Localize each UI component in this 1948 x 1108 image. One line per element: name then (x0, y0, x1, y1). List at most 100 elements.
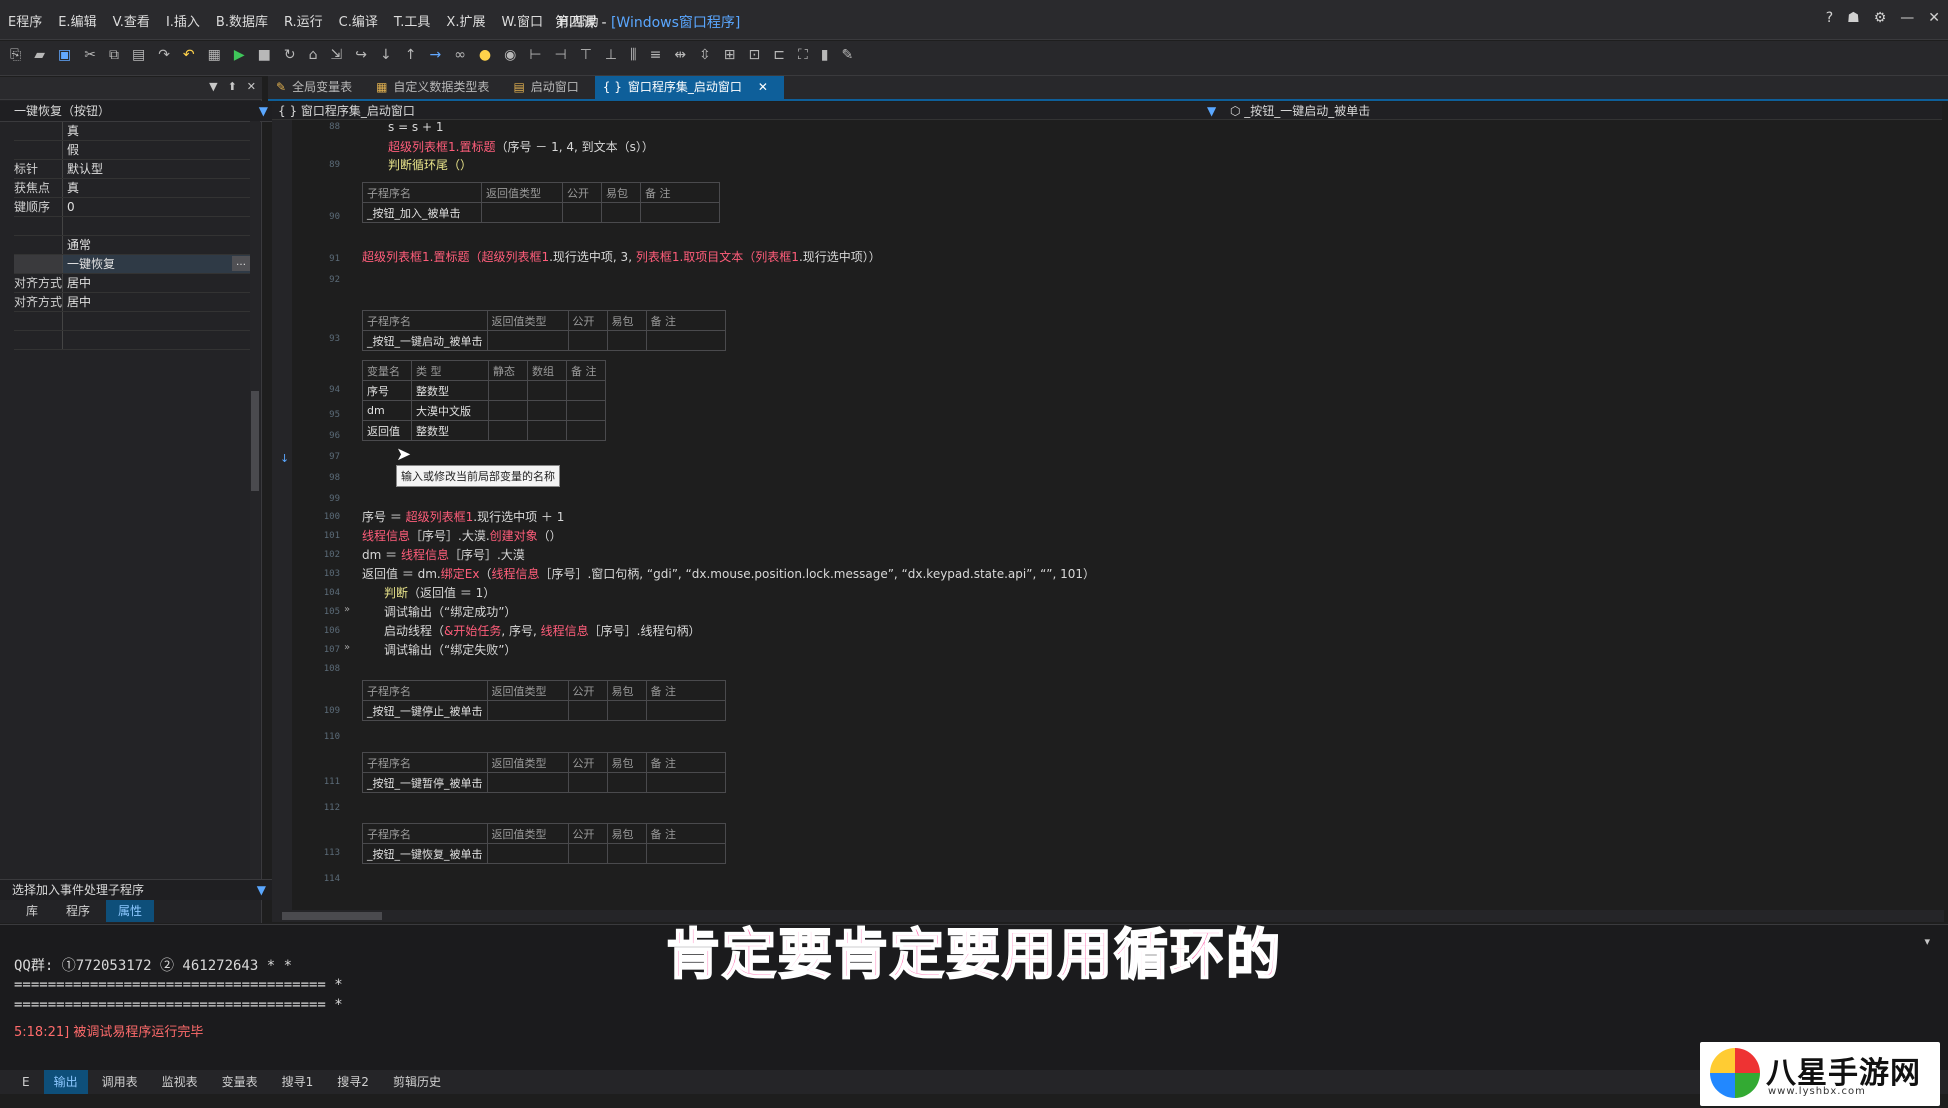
step-icon[interactable]: ⇲ (331, 47, 343, 63)
menu-view[interactable]: V.查看 (113, 11, 150, 30)
gear-icon[interactable]: ⚙ (1874, 10, 1887, 26)
menu-program[interactable]: E程序 (8, 11, 42, 30)
variable-type[interactable]: 整数型 (411, 420, 489, 441)
code-line[interactable]: 启动线程（&开始任务, 序号, 线程信息［序号］.线程句柄） (384, 622, 700, 639)
grid-icon[interactable]: ⊡ (749, 47, 761, 63)
properties-scrollbar[interactable] (250, 121, 260, 881)
bulb-icon[interactable]: ● (479, 47, 491, 63)
tab-custom-types[interactable]: ▦ 自定义数据类型表 (368, 76, 505, 99)
copy-icon[interactable]: ⧉ (109, 47, 119, 63)
stop-icon[interactable]: ■ (258, 47, 271, 63)
property-row[interactable]: 键顺序 0 (14, 198, 250, 217)
run-to-cursor-icon[interactable]: → (429, 47, 441, 63)
ellipsis-button[interactable]: … (232, 256, 250, 271)
code-line[interactable]: 调试输出（“绑定成功”） (384, 603, 516, 620)
menu-window[interactable]: W.窗口 (501, 11, 543, 30)
subroutine-name[interactable]: _按钮_一键停止_被单击 (362, 700, 488, 721)
panel-close-icon[interactable]: ✕ (247, 80, 256, 93)
code-line[interactable]: 返回值 ＝ dm.绑定Ex（线程信息［序号］.窗口句柄, “gdi”, “dx.… (362, 565, 1095, 582)
property-row[interactable]: 对齐方式 居中 (14, 274, 250, 293)
menu-database[interactable]: B.数据库 (216, 11, 268, 30)
tab-e[interactable]: E (12, 1070, 40, 1094)
code-line[interactable]: dm ＝ 线程信息［序号］.大漠 (362, 546, 525, 563)
subroutine-name[interactable]: _按钮_一键暂停_被单击 (362, 772, 488, 793)
run-icon[interactable]: ▶ (234, 47, 245, 63)
step-over-icon[interactable]: ↪ (355, 47, 367, 63)
tab-variables[interactable]: 变量表 (212, 1070, 268, 1094)
fullscreen-icon[interactable]: ⛶ (798, 47, 808, 63)
variable-name[interactable]: 返回值 (362, 420, 412, 441)
space-h-icon[interactable]: ⇹ (674, 47, 686, 63)
paste-icon[interactable]: ▤ (132, 47, 145, 63)
tab-search1[interactable]: 搜寻1 (272, 1070, 324, 1094)
property-row[interactable] (14, 331, 250, 350)
tab-watch[interactable]: 监视表 (152, 1070, 208, 1094)
ruler-icon[interactable]: ⊏ (773, 47, 785, 63)
cut-icon[interactable]: ✂ (84, 47, 96, 63)
property-row[interactable]: 对齐方式 居中 (14, 293, 250, 312)
subroutine-name[interactable]: _按钮_一键恢复_被单击 (362, 843, 488, 864)
code-line[interactable]: 超级列表框1.置标题（序号 － 1, 4, 到文本（s）） (388, 138, 654, 155)
align-top-icon[interactable]: ⊤ (580, 47, 592, 63)
chevron-down-icon[interactable]: ▼ (1207, 102, 1216, 120)
space-v-icon[interactable]: ⇳ (699, 47, 711, 63)
property-row[interactable]: 获焦点真 (14, 179, 250, 198)
menu-insert[interactable]: I.插入 (166, 11, 200, 30)
menu-edit[interactable]: E.编辑 (58, 11, 96, 30)
pen-icon[interactable]: ✎ (842, 47, 854, 63)
compile-icon[interactable]: ⌂ (309, 47, 318, 63)
code-line[interactable]: 超级列表框1.置标题（超级列表框1.现行选中项, 3, 列表框1.取项目文本（列… (362, 248, 881, 265)
tab-window-assembly[interactable]: { } 窗口程序集_启动窗口 ✕ (594, 76, 784, 99)
tab-clip-history[interactable]: 剪辑历史 (383, 1070, 451, 1094)
menu-run[interactable]: R.运行 (284, 11, 323, 30)
tab-call-stack[interactable]: 调用表 (92, 1070, 148, 1094)
bars-icon[interactable]: ▮ (821, 47, 829, 63)
code-line[interactable]: 判断（返回值 ＝ 1） (384, 584, 495, 601)
step-in-icon[interactable]: ↓ (380, 47, 392, 63)
help-icon[interactable]: ? (1826, 10, 1833, 26)
close-icon[interactable]: ✕ (1928, 10, 1940, 26)
center-h-icon[interactable]: ⫼ (630, 47, 636, 63)
property-row-selected[interactable]: 一键恢复… (14, 255, 250, 274)
property-row[interactable]: 通常 (14, 236, 250, 255)
code-line[interactable]: 序号 ＝ 超级列表框1.现行选中项 ＋ 1 (362, 508, 564, 525)
align-left-icon[interactable]: ⊢ (529, 47, 541, 63)
link-icon[interactable]: ∞ (454, 47, 466, 63)
size-icon[interactable]: ⊞ (724, 47, 736, 63)
subroutine-name[interactable]: _按钮_一键启动_被单击 (362, 330, 488, 351)
center-v-icon[interactable]: ≡ (650, 47, 662, 63)
new-file-icon[interactable]: ⎘ (10, 47, 21, 63)
component-selector[interactable]: 一键恢复（按钮） ▼ (0, 101, 276, 122)
theme-icon[interactable]: ☗ (1847, 10, 1860, 26)
variable-name[interactable]: dm (362, 400, 412, 421)
tab-global-vars[interactable]: ✎ 全局变量表 (268, 76, 368, 99)
redo-icon[interactable]: ↷ (158, 47, 170, 63)
open-folder-icon[interactable]: ▰ (34, 47, 45, 63)
menu-compile[interactable]: C.编译 (339, 11, 378, 30)
property-row[interactable]: 假 (14, 141, 250, 160)
code-line[interactable]: 调试输出（“绑定失败”） (384, 641, 516, 658)
property-row[interactable]: 标针 默认型 (14, 160, 250, 179)
menu-extend[interactable]: X.扩展 (446, 11, 485, 30)
restart-icon[interactable]: ↻ (284, 47, 296, 63)
pin-icon[interactable]: ⬆ (228, 80, 237, 93)
minimize-icon[interactable]: — (1900, 10, 1914, 26)
event-selector[interactable]: 选择加入事件处理子程序 ▼ (0, 879, 274, 900)
tab-start-window[interactable]: ▤ 启动窗口 (505, 76, 594, 99)
tab-close-icon[interactable]: ✕ (758, 76, 768, 99)
variable-type[interactable]: 整数型 (411, 380, 489, 401)
variable-type[interactable]: 大漠中文版 (411, 400, 489, 421)
property-row[interactable]: 真 (14, 122, 250, 141)
tab-output[interactable]: 输出 (43, 1070, 88, 1094)
scrollbar-thumb[interactable] (251, 391, 259, 491)
align-bottom-icon[interactable]: ⊥ (605, 47, 617, 63)
chevron-down-icon[interactable]: ▼ (259, 101, 268, 121)
undo-icon[interactable]: ↶ (183, 47, 195, 63)
subroutine-name[interactable]: _按钮_加入_被单击 (362, 202, 482, 223)
breakpoint-icon[interactable]: ◉ (504, 47, 516, 63)
panel-menu-icon[interactable]: ▼ (209, 80, 217, 93)
chevron-down-icon[interactable]: ▼ (257, 880, 266, 900)
property-row[interactable] (14, 312, 250, 331)
subroutine-selector[interactable]: ⬡ _按钮_一键启动_被单击 (1230, 102, 1370, 120)
fold-arrow-icon[interactable]: » (344, 604, 350, 615)
